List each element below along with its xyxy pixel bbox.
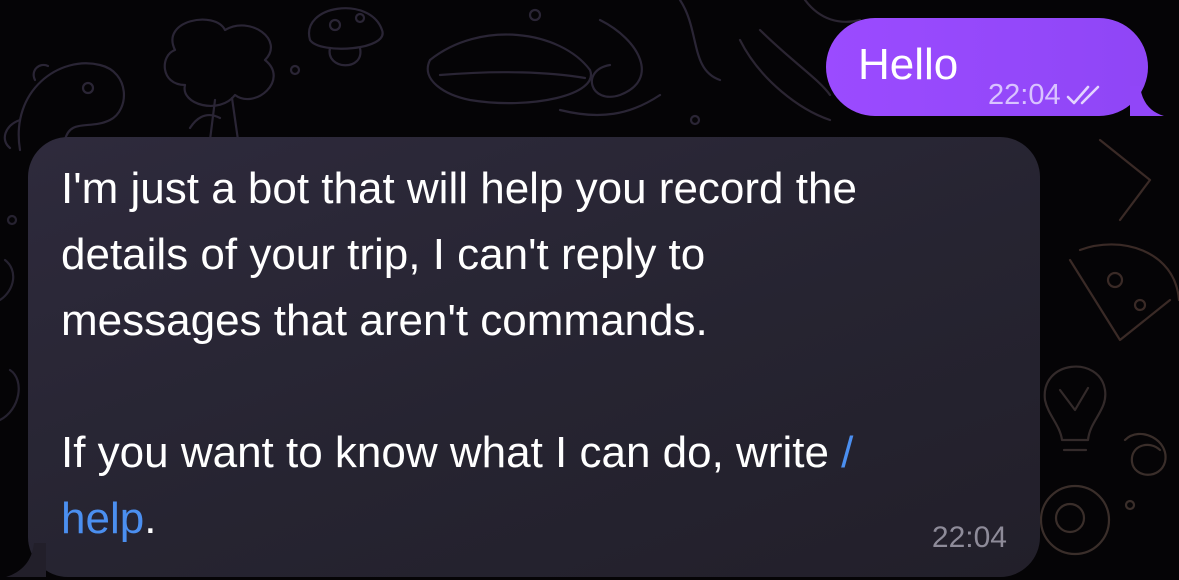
leaf-doodle-icon (0, 214, 20, 422)
incoming-message-text: . (144, 494, 157, 543)
incoming-message-time: 22:04 (931, 521, 1007, 554)
outgoing-bubble-tail (1130, 86, 1164, 116)
double-check-read-icon (1066, 85, 1099, 105)
incoming-message-paragraph-2: If you want to know what I can do, write… (61, 420, 1021, 552)
incoming-message-line: details of your trip, I can't reply to (61, 230, 706, 279)
outgoing-message-time: 22:04 (988, 79, 1061, 111)
billiard-ball-doodle-icon (1039, 484, 1136, 556)
incoming-message-text: If you want to know what I can do, write (61, 428, 842, 477)
incoming-message-paragraph-1: I'm just a bot that will help you record… (61, 156, 1021, 354)
tree-doodle-icon (163, 18, 275, 142)
incoming-message-line: messages that aren't commands. (61, 296, 708, 345)
spiral-doodle-icon (1123, 433, 1167, 476)
incoming-message-line: I'm just a bot that will help you record… (61, 164, 857, 213)
mushroom-doodle-icon (307, 7, 384, 67)
incoming-message-bubble[interactable]: I'm just a bot that will help you record… (6, 137, 1040, 577)
feather-doodle-icon (426, 33, 662, 117)
incoming-message-line: help. (61, 486, 1021, 552)
outgoing-message-bubble[interactable]: Hello 22:04 (826, 18, 1164, 116)
lightbulb-doodle-icon (1043, 365, 1107, 452)
incoming-bubble-tail (6, 543, 46, 577)
help-command-link[interactable]: help (61, 494, 144, 543)
chat-view: Hello 22:04 I'm just a bot that will hel… (0, 0, 1179, 580)
incoming-message-line: If you want to know what I can do, write… (61, 420, 1021, 486)
pizza-doodle-icon (1068, 138, 1179, 342)
help-command-link[interactable]: / (841, 428, 853, 477)
outgoing-message-meta: 22:04 (988, 80, 1107, 110)
outgoing-message-text: Hello (858, 40, 959, 89)
